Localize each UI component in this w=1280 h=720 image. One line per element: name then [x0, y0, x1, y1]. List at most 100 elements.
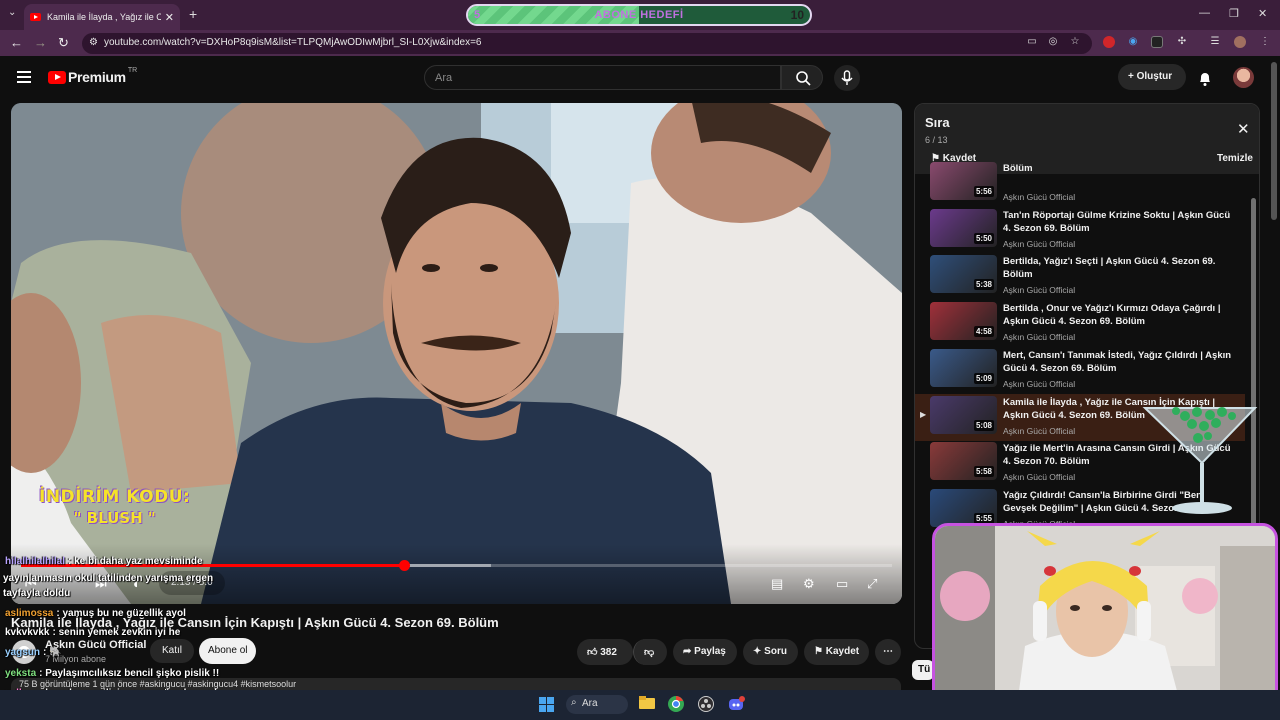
- playlist-item[interactable]: 5:56 Bölüm Aşkın Gücü Official: [915, 160, 1245, 207]
- eye-off-icon[interactable]: ◎: [1047, 36, 1059, 48]
- video-player[interactable]: İNDİRİM KODU: " BLUSH " ⏮ ⏭ ◐ 2:13 / 5:0…: [11, 103, 902, 604]
- voice-search-button[interactable]: [834, 65, 860, 91]
- page-scrollbar[interactable]: [1271, 62, 1277, 220]
- chat-message: aslimossa: yamuş bu ne güzellik ayol: [5, 608, 186, 619]
- chat-username: kvkvkvkk: [5, 627, 50, 638]
- youtube-play-logo-icon: [48, 70, 66, 84]
- theater-mode-icon[interactable]: ▭: [836, 576, 848, 592]
- extension-red-icon[interactable]: [1103, 36, 1115, 48]
- playlist-item-channel: Aşkın Gücü Official: [1003, 285, 1076, 296]
- like-count: 382: [600, 647, 617, 658]
- notifications-bell-icon[interactable]: [1197, 69, 1213, 87]
- search-button[interactable]: [781, 65, 823, 90]
- thumbs-down-icon: 👎︎: [644, 647, 655, 658]
- reload-icon[interactable]: ↻: [58, 35, 69, 51]
- playlist-item[interactable]: 4:58 Bertilda , Onur ve Yağız'ı Kırmızı O…: [915, 300, 1245, 347]
- bookmark-icon: ⚑: [814, 646, 826, 657]
- account-avatar[interactable]: [1233, 67, 1254, 88]
- share-button[interactable]: ➦ Paylaş: [673, 639, 737, 665]
- ask-label: Soru: [764, 646, 787, 657]
- duration-badge: 4:58: [973, 326, 994, 338]
- playlist-item-thumbnail: 4:58: [930, 302, 997, 341]
- cast-icon[interactable]: ▭: [1026, 36, 1038, 48]
- share-label: Paylaş: [694, 646, 726, 657]
- close-tab-icon[interactable]: ✕: [165, 11, 174, 24]
- playlist-item-title: Tan'ın Röportajı Gülme Krizine Soktu | A…: [1003, 209, 1231, 234]
- playlist-item-title: Mert, Cansın'ı Tanımak İstedi, Yağız Çıl…: [1003, 349, 1232, 374]
- site-info-icon[interactable]: ⚙: [89, 37, 98, 48]
- playlist-item-thumbnail: 5:58: [930, 442, 997, 481]
- discord-icon[interactable]: [728, 696, 746, 712]
- plus-icon: +: [1128, 71, 1137, 82]
- playlist-item-title: Bertilda , Onur ve Yağız'ı Kırmızı Odaya…: [1003, 303, 1221, 328]
- chat-message: yeksta: Paylaşımcılıksız bencil şişko pi…: [5, 668, 219, 679]
- close-playlist-icon[interactable]: ✕: [1237, 120, 1250, 138]
- create-label: Oluştur: [1136, 71, 1173, 82]
- chat-text: : ke bi daha yaz mevsiminde: [68, 556, 203, 567]
- chat-username: hilalhilalhilal: [5, 556, 66, 567]
- reading-list-icon[interactable]: ☰: [1209, 36, 1221, 48]
- duration-badge: 5:38: [973, 279, 994, 291]
- playlist-item[interactable]: 5:09 Mert, Cansın'ı Tanımak İstedi, Yağız…: [915, 347, 1245, 394]
- windows-start-icon[interactable]: [539, 697, 554, 712]
- search-input[interactable]: Ara: [424, 65, 781, 90]
- settings-gear-icon[interactable]: ⚙: [803, 576, 815, 592]
- fullscreen-icon[interactable]: ⤢: [867, 576, 877, 592]
- promo-title: İNDİRİM KODU:: [39, 487, 191, 507]
- playlist-position: 6 / 13: [925, 135, 948, 145]
- extension-audio-icon[interactable]: ◉: [1127, 36, 1139, 48]
- chat-message: yagsun: 🐘: [5, 647, 62, 658]
- sparkle-icon: ✦: [753, 646, 765, 657]
- chat-message: yayınlanmasın okul tatilinden yarışma er…: [3, 573, 213, 584]
- playlist-item-thumbnail: 5:55: [930, 488, 997, 527]
- more-actions-icon[interactable]: ⋯: [875, 639, 901, 665]
- extension-box-icon[interactable]: [1151, 36, 1163, 48]
- logo-text: Premium: [68, 69, 126, 85]
- bookmark-star-icon[interactable]: ☆: [1069, 36, 1081, 48]
- restore-icon[interactable]: ❐: [1229, 7, 1239, 20]
- playlist-item-thumbnail: 5:50: [930, 208, 997, 247]
- playlist-item-channel: Aşkın Gücü Official: [1003, 192, 1076, 202]
- playlist-item[interactable]: 5:38 Bertilda, Yağız'ı Seçti | Aşkın Gücü…: [915, 253, 1245, 300]
- youtube-premium-logo[interactable]: Premium TR: [48, 67, 137, 85]
- save-button[interactable]: ⚑ Kaydet: [804, 639, 869, 665]
- search-icon: ⌕: [571, 697, 577, 708]
- chat-text: : yamuş bu ne güzellik ayol: [56, 608, 186, 619]
- join-button[interactable]: Katıl: [150, 639, 194, 663]
- close-window-icon[interactable]: ✕: [1258, 7, 1267, 20]
- promo-code: " BLUSH ": [73, 509, 156, 527]
- subtitles-icon[interactable]: ▤: [771, 576, 783, 592]
- minimize-icon[interactable]: —: [1199, 7, 1210, 19]
- video-frame: [11, 103, 902, 604]
- ask-button[interactable]: ✦ Soru: [743, 639, 798, 665]
- playlist-item-thumbnail: 5:38: [930, 255, 997, 294]
- promo-code-banner: İNDİRİM KODU: " BLUSH ": [39, 487, 190, 527]
- create-button[interactable]: + Oluştur: [1118, 64, 1186, 90]
- extensions-puzzle-icon[interactable]: ✣: [1176, 36, 1188, 48]
- subscribe-button[interactable]: Abone ol: [199, 638, 256, 664]
- hamburger-menu-icon[interactable]: [17, 71, 31, 83]
- chat-username: yagsun: [5, 647, 41, 658]
- chat-message: tayfayla doldu: [3, 588, 70, 599]
- profile-avatar-icon[interactable]: [1234, 36, 1246, 48]
- url-field[interactable]: ⚙ youtube.com/watch?v=DXHoP8q9isM&list=T…: [82, 33, 1092, 54]
- back-icon[interactable]: ←: [10, 35, 23, 50]
- playlist-item[interactable]: 5:50 Tan'ın Röportajı Gülme Krizine Soktu…: [915, 207, 1245, 254]
- browser-tab-active[interactable]: Kamila ile İlayda , Yağız ile Cansı ✕: [24, 4, 180, 30]
- file-explorer-icon[interactable]: [639, 696, 655, 710]
- new-tab-button[interactable]: +: [189, 6, 197, 22]
- url-text: youtube.com/watch?v=DXHoP8q9isM&list=TLP…: [104, 37, 482, 48]
- chat-text: yayınlanmasın okul tatilinden yarışma er…: [3, 573, 214, 584]
- obs-icon[interactable]: [698, 696, 714, 712]
- like-button[interactable]: 👍︎ 382: [577, 639, 633, 665]
- dislike-button[interactable]: 👎︎: [633, 639, 667, 665]
- forward-icon[interactable]: →: [34, 35, 47, 50]
- taskbar-search[interactable]: ⌕ Ara: [566, 695, 628, 714]
- thumbs-up-icon: 👍︎: [587, 647, 601, 658]
- chrome-icon[interactable]: [668, 696, 684, 712]
- chat-text: : Paylaşımcılıksız bencil şişko pislik !…: [39, 668, 220, 679]
- filter-chip-all[interactable]: Tü: [912, 660, 934, 680]
- browser-tab-strip: ⌄ Kamila ile İlayda , Yağız ile Cansı ✕ …: [0, 0, 1280, 30]
- tab-search-icon[interactable]: ⌄: [8, 7, 16, 18]
- browser-menu-icon[interactable]: ⋮: [1259, 36, 1271, 48]
